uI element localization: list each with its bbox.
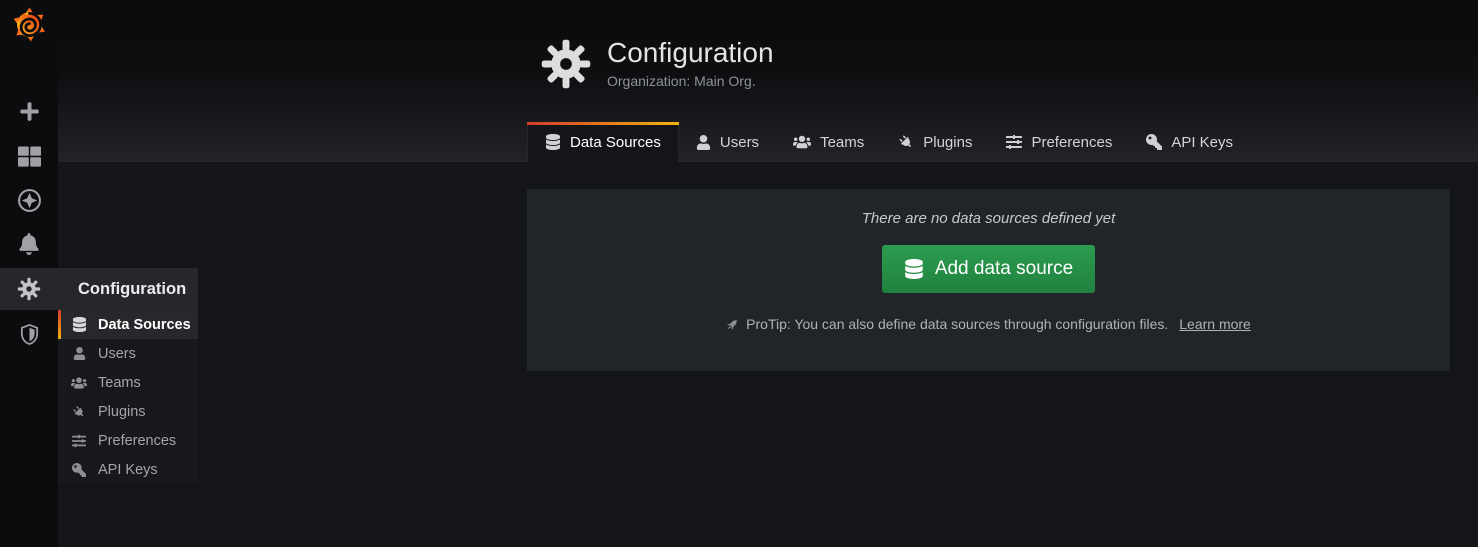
grafana-logo-icon[interactable] <box>0 2 58 46</box>
learn-more-link[interactable]: Learn more <box>1179 316 1251 332</box>
page-title: Configuration <box>607 36 774 70</box>
user-icon <box>696 135 711 150</box>
flyout-item-label: Plugins <box>98 404 146 420</box>
tab-label: API Keys <box>1171 134 1233 151</box>
database-icon <box>904 259 924 279</box>
bell-icon[interactable] <box>0 222 58 266</box>
empty-datasources-panel: There are no data sources defined yet Ad… <box>527 189 1450 371</box>
protip-row: ProTip: You can also define data sources… <box>726 316 1251 332</box>
rocket-icon <box>726 318 739 331</box>
flyout-item-label: API Keys <box>98 462 158 478</box>
tab-api-keys[interactable]: API Keys <box>1129 122 1250 162</box>
gear-icon <box>540 38 592 95</box>
plus-icon[interactable] <box>0 89 58 133</box>
flyout-item-label: Data Sources <box>98 317 191 333</box>
tab-users[interactable]: Users <box>679 122 776 162</box>
flyout-title[interactable]: Configuration <box>58 268 198 310</box>
tab-label: Users <box>720 134 759 151</box>
users-icon <box>70 376 88 390</box>
plug-icon <box>70 405 88 419</box>
flyout-item-data-sources[interactable]: Data Sources <box>58 310 198 339</box>
add-data-source-button[interactable]: Add data source <box>882 245 1095 293</box>
sliders-icon <box>1006 134 1022 150</box>
compass-icon[interactable] <box>0 178 58 222</box>
tab-label: Data Sources <box>570 134 661 151</box>
flyout-item-plugins[interactable]: Plugins <box>58 397 198 426</box>
tab-label: Preferences <box>1031 134 1112 151</box>
page-header: Configuration Organization: Main Org. Da… <box>58 0 1478 162</box>
flyout-item-teams[interactable]: Teams <box>58 368 198 397</box>
flyout-item-label: Preferences <box>98 433 176 449</box>
tab-plugins[interactable]: Plugins <box>881 122 989 162</box>
add-data-source-label: Add data source <box>935 258 1073 280</box>
flyout-item-label: Users <box>98 346 136 362</box>
config-flyout-menu: Configuration Data Sources Users Teams P… <box>58 268 198 484</box>
tab-data-sources[interactable]: Data Sources <box>527 122 679 162</box>
gear-icon[interactable] <box>0 268 58 310</box>
flyout-item-users[interactable]: Users <box>58 339 198 368</box>
tab-preferences[interactable]: Preferences <box>989 122 1129 162</box>
empty-state-message: There are no data sources defined yet <box>862 210 1116 227</box>
sliders-icon <box>70 434 88 448</box>
dashboards-grid-icon[interactable] <box>0 134 58 178</box>
user-icon <box>70 347 88 360</box>
key-icon <box>1146 134 1162 150</box>
database-icon <box>70 317 88 332</box>
key-icon <box>70 463 88 477</box>
plug-icon <box>898 134 914 150</box>
sidebar <box>0 0 58 547</box>
shield-icon[interactable] <box>0 312 58 356</box>
tab-label: Plugins <box>923 134 972 151</box>
users-icon <box>793 134 811 150</box>
flyout-item-preferences[interactable]: Preferences <box>58 426 198 455</box>
database-icon <box>545 134 561 150</box>
page-subtitle: Organization: Main Org. <box>607 73 774 89</box>
flyout-item-label: Teams <box>98 375 141 391</box>
flyout-item-api-keys[interactable]: API Keys <box>58 455 198 484</box>
tab-label: Teams <box>820 134 864 151</box>
tab-bar: Data Sources Users Teams Plugins Prefere… <box>527 122 1250 162</box>
protip-text: ProTip: You can also define data sources… <box>746 316 1168 332</box>
tab-teams[interactable]: Teams <box>776 122 881 162</box>
